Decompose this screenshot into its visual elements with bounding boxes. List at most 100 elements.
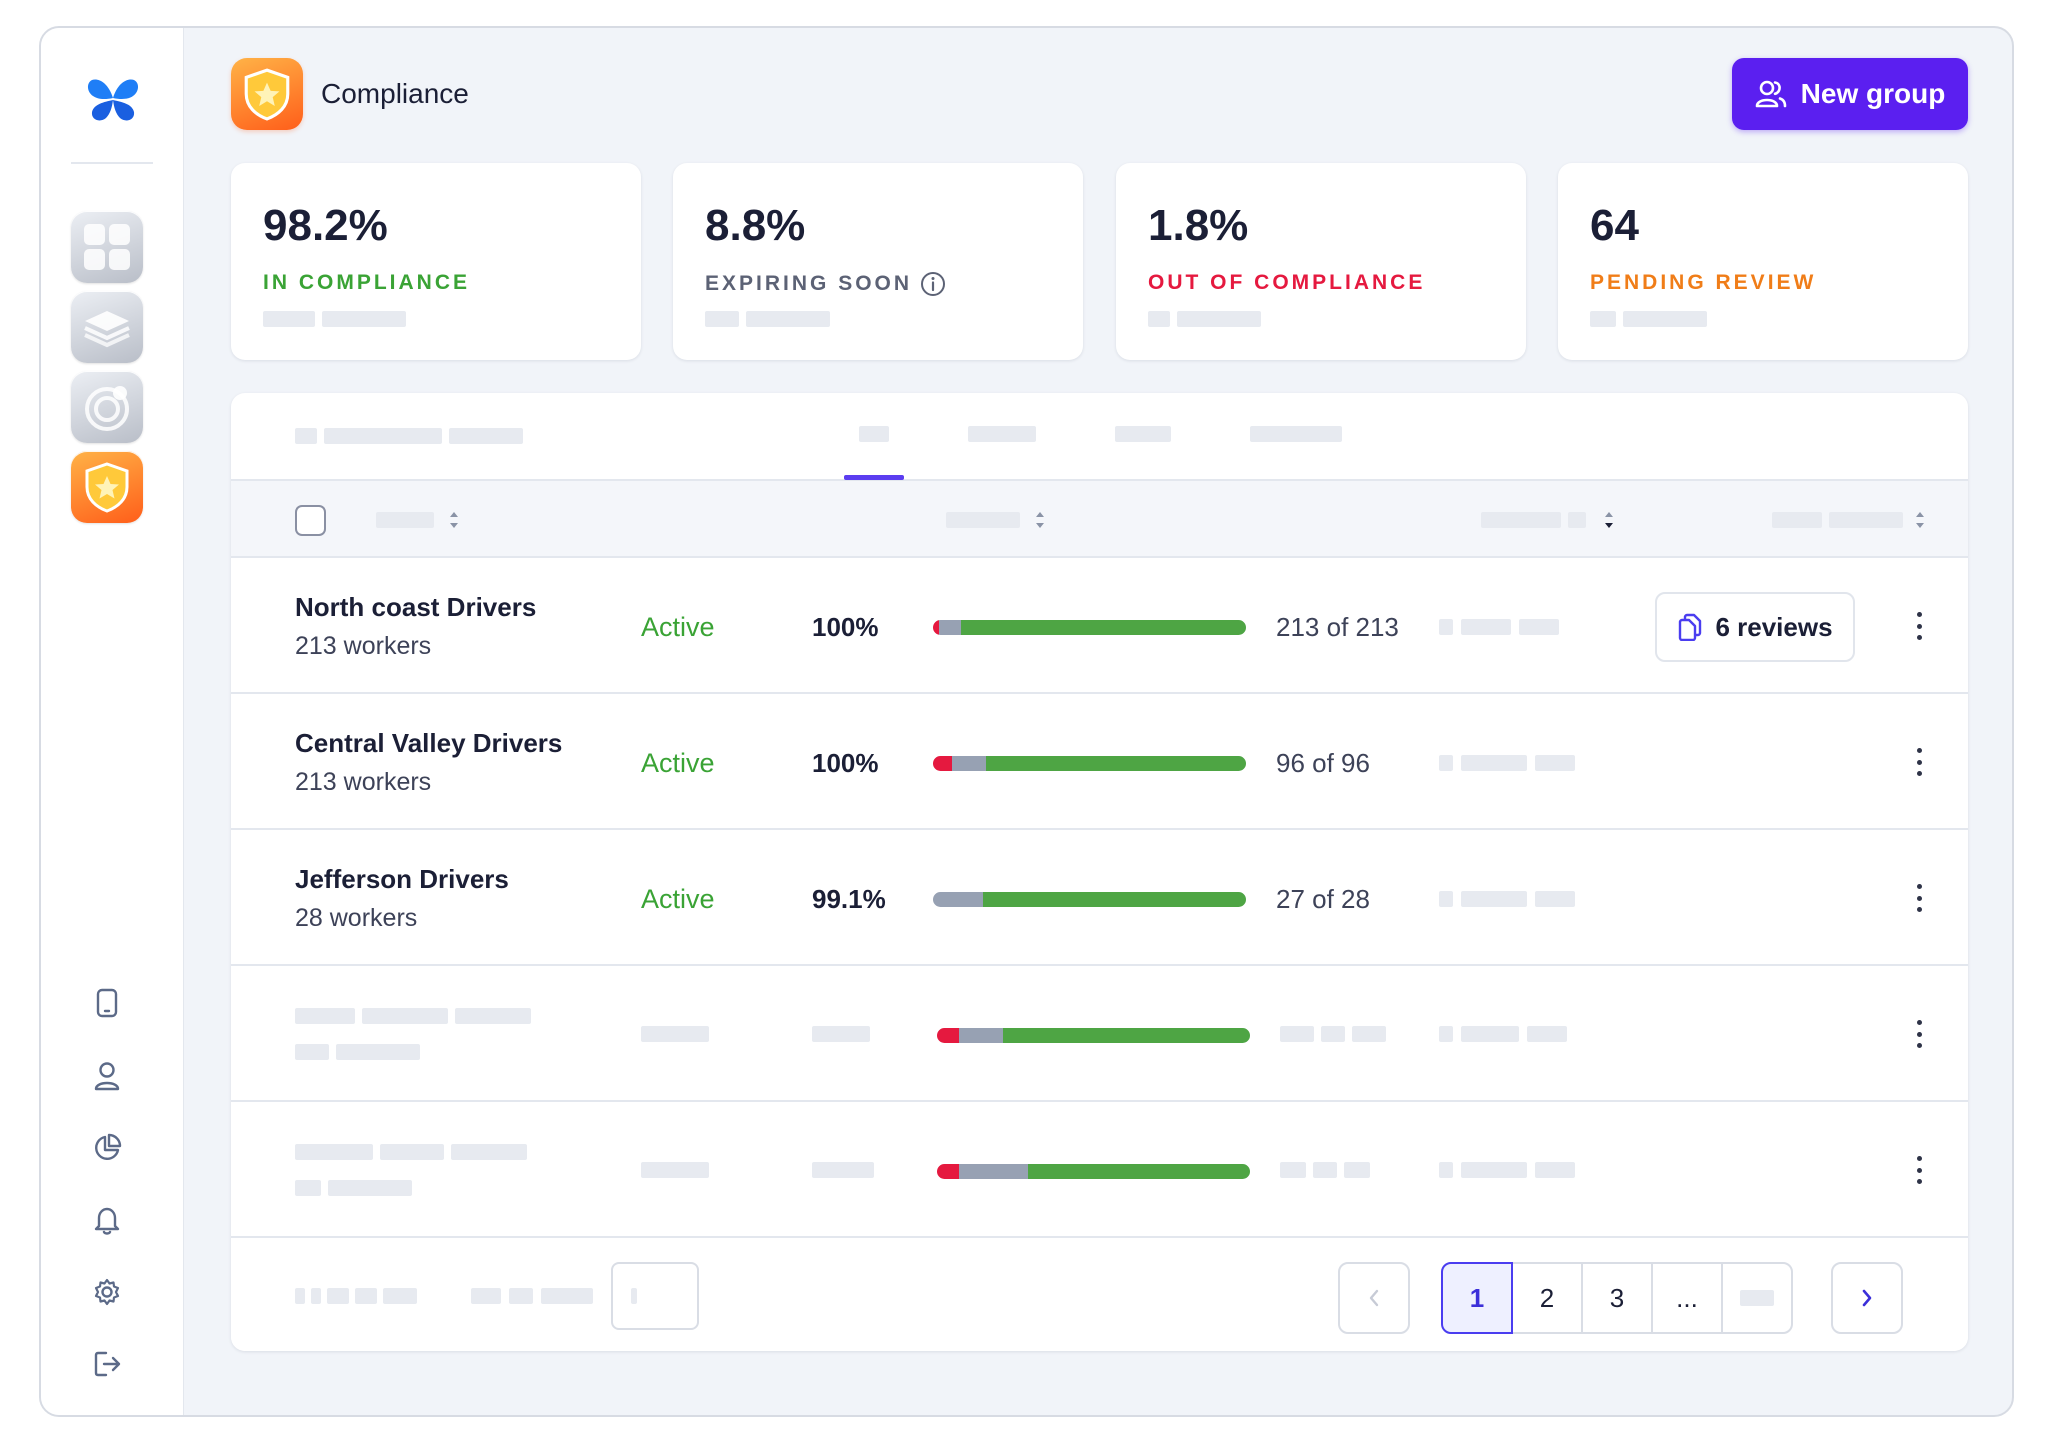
page-3-button[interactable]: 3 [1581, 1262, 1653, 1334]
bell-icon[interactable] [92, 1205, 122, 1235]
stat-label: OUT OF COMPLIANCE [1148, 271, 1425, 295]
layers-tile[interactable] [71, 291, 143, 363]
bar-segment-expiring [958, 1164, 1028, 1179]
compliance-percent: 100% [812, 612, 879, 642]
placeholder-bar [1313, 1162, 1337, 1178]
placeholder-bar [1623, 311, 1707, 327]
mobile-device-icon[interactable] [92, 988, 122, 1018]
bar-segment-compliant [986, 756, 1246, 771]
stat-label-text: EXPIRING SOON [705, 272, 913, 295]
placeholder-bar [1535, 755, 1575, 771]
group-name[interactable]: North coast Drivers [295, 592, 536, 623]
page-2-button[interactable]: 2 [1511, 1262, 1583, 1334]
new-group-button[interactable]: New group [1732, 58, 1968, 130]
grid-icon [84, 224, 130, 270]
settings-gear-icon[interactable] [92, 1277, 122, 1307]
bar-segment-out-of-compliance [937, 1028, 959, 1043]
compliant-count: 213 of 213 [1276, 612, 1399, 642]
logout-icon[interactable] [92, 1349, 122, 1379]
row-menu-icon[interactable] [1911, 1016, 1927, 1052]
placeholder-bar [471, 1288, 501, 1304]
stat-label-text: PENDING REVIEW [1590, 271, 1817, 294]
tab-4[interactable] [1250, 426, 1342, 442]
table-row[interactable]: North coast Drivers 213 workers Active 1… [231, 558, 1968, 694]
sort-icon[interactable] [1034, 509, 1046, 531]
user-icon[interactable] [92, 1061, 122, 1091]
tab-3[interactable] [1115, 426, 1171, 442]
placeholder-bar [295, 1144, 373, 1160]
last-page-button[interactable] [1721, 1262, 1793, 1334]
page-title: Compliance [321, 78, 469, 109]
sort-icon[interactable] [448, 509, 460, 531]
bar-segment-expiring [958, 1028, 1003, 1043]
placeholder-bar [263, 311, 315, 327]
bar-segment-out-of-compliance [937, 1164, 959, 1179]
placeholder-bar [812, 1026, 870, 1042]
placeholder-bar [705, 311, 739, 327]
compliance-progress-bar [937, 1164, 1250, 1179]
select-all-checkbox[interactable] [295, 505, 326, 536]
compliance-tile[interactable] [71, 451, 143, 523]
reviews-button[interactable]: 6 reviews [1655, 592, 1855, 662]
table-row-placeholder[interactable] [231, 966, 1968, 1102]
next-page-button[interactable] [1831, 1262, 1903, 1334]
table-row[interactable]: Central Valley Drivers 213 workers Activ… [231, 694, 1968, 830]
placeholder-bar [380, 1144, 444, 1160]
row-menu-icon[interactable] [1911, 880, 1927, 916]
placeholder-bar [295, 1044, 329, 1060]
shield-star-icon [244, 68, 290, 121]
tab-1[interactable] [859, 426, 889, 442]
butterfly-logo-icon[interactable] [84, 76, 142, 124]
worker-count: 213 workers [295, 632, 432, 660]
row-menu-icon[interactable] [1911, 744, 1927, 780]
previous-page-button[interactable] [1338, 1262, 1410, 1334]
pie-chart-icon[interactable] [92, 1133, 122, 1163]
placeholder-bar [1461, 755, 1527, 771]
table-row-placeholder[interactable] [231, 1102, 1968, 1238]
stat-card-in-compliance: 98.2% IN COMPLIANCE [231, 163, 641, 360]
group-name[interactable]: Central Valley Drivers [295, 728, 562, 759]
placeholder-bar [295, 1288, 305, 1304]
placeholder-bar [1439, 891, 1453, 907]
status-text: Active [641, 612, 715, 642]
placeholder-bar [1352, 1026, 1386, 1042]
documents-icon [1679, 613, 1702, 641]
target-tile[interactable] [71, 371, 143, 443]
group-name[interactable]: Jefferson Drivers [295, 864, 509, 895]
chevron-right-icon [1862, 1289, 1872, 1307]
placeholder-bar [362, 1008, 448, 1024]
placeholder-bar [1461, 1162, 1527, 1178]
placeholder-bar [1590, 311, 1616, 327]
placeholder-bar [1280, 1026, 1314, 1042]
column-header-name[interactable] [376, 512, 434, 528]
placeholder-bar [1148, 311, 1170, 327]
row-menu-icon[interactable] [1911, 1152, 1927, 1188]
sort-desc-icon[interactable] [1603, 509, 1615, 531]
bar-segment-compliant [961, 620, 1246, 635]
placeholder-bar [641, 1026, 709, 1042]
column-header-progress[interactable] [946, 512, 1020, 528]
groups-table: North coast Drivers 213 workers Active 1… [231, 393, 1968, 1351]
bar-segment-compliant [983, 892, 1246, 907]
worker-count: 213 workers [295, 768, 432, 796]
table-header [231, 481, 1968, 558]
stat-label: PENDING REVIEW [1590, 271, 1816, 295]
placeholder-bar [295, 1180, 321, 1196]
sidebar [41, 28, 184, 1415]
placeholder-bar [355, 1288, 377, 1304]
active-tab-indicator [844, 475, 904, 480]
stat-label: IN COMPLIANCE [263, 271, 470, 295]
info-icon[interactable] [920, 271, 946, 297]
column-header-date[interactable] [1481, 512, 1561, 528]
sort-icon[interactable] [1914, 509, 1926, 531]
column-header-actions[interactable] [1772, 512, 1822, 528]
page-1-button[interactable]: 1 [1441, 1262, 1513, 1334]
page-size-input[interactable] [611, 1262, 699, 1330]
table-row[interactable]: Jefferson Drivers 28 workers Active 99.1… [231, 830, 1968, 966]
apps-grid-tile[interactable] [71, 211, 143, 283]
placeholder-bar [455, 1008, 531, 1024]
row-menu-icon[interactable] [1911, 608, 1927, 644]
placeholder-bar [1568, 512, 1586, 528]
placeholder-bar [328, 1180, 412, 1196]
tab-2[interactable] [968, 426, 1036, 442]
